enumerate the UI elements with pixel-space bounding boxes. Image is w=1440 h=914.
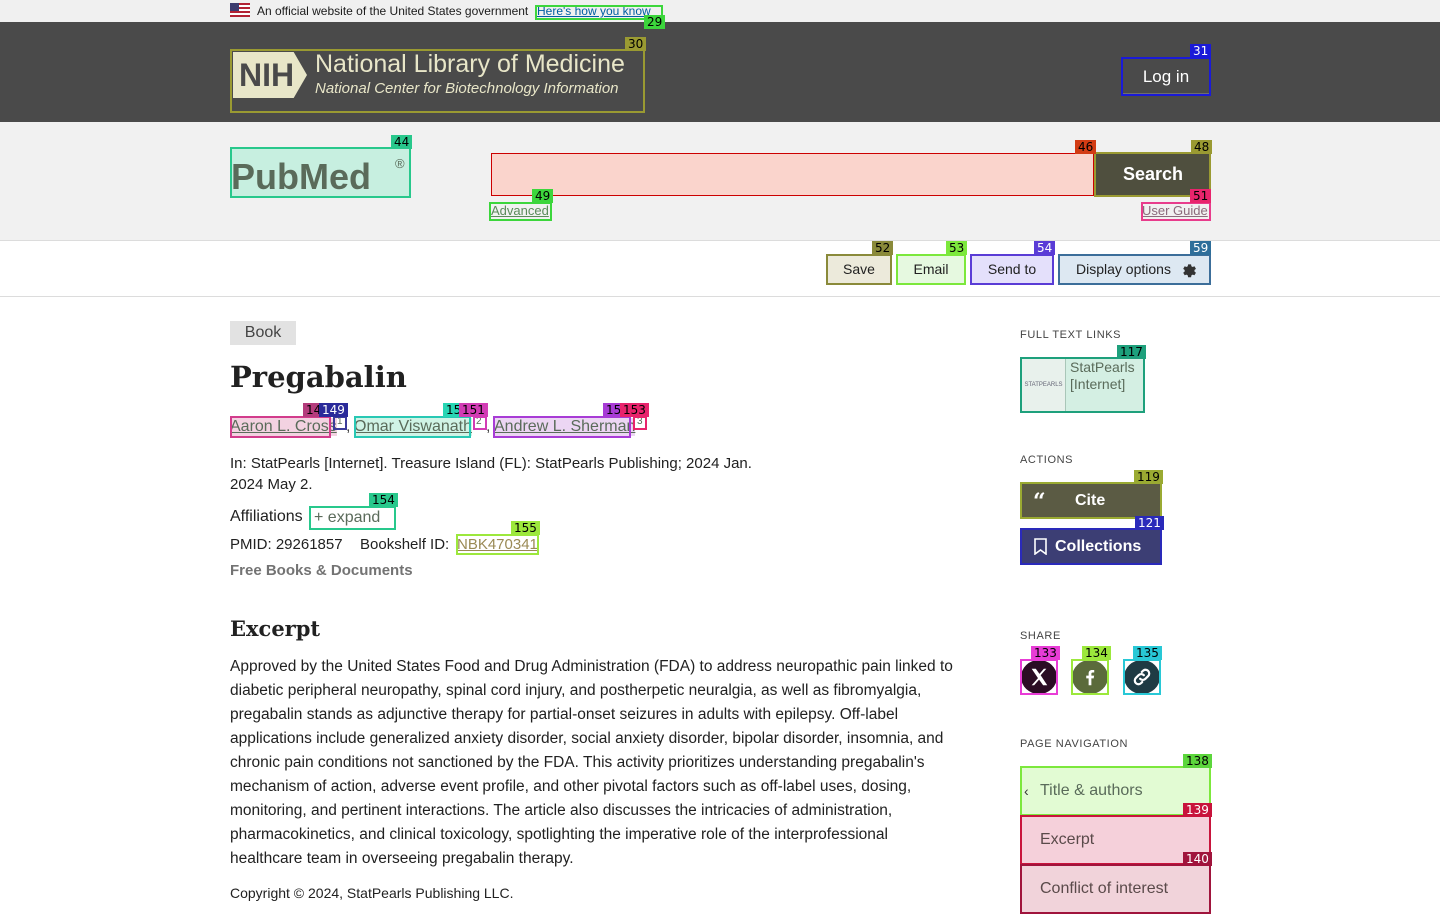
- share-x-button[interactable]: [1021, 660, 1057, 694]
- gear-icon: [1183, 264, 1196, 278]
- nav-title-authors[interactable]: ‹ Title & authors: [1021, 767, 1210, 815]
- annotation-label: 53: [946, 241, 968, 255]
- author-affiliation-marker[interactable]: 3: [637, 416, 643, 427]
- bookshelf-id-label: Bookshelf ID:: [360, 536, 450, 553]
- nav-label: Conflict of interest: [1040, 880, 1169, 897]
- nav-label: Excerpt: [1040, 831, 1095, 848]
- annotation-label: 138: [1183, 754, 1212, 768]
- excerpt-heading: Excerpt: [230, 616, 321, 641]
- nav-conflict-of-interest[interactable]: Conflict of interest: [1021, 865, 1210, 913]
- annotation-label: 117: [1117, 345, 1146, 359]
- collections-button[interactable]: Collections: [1021, 529, 1161, 564]
- share-facebook-button[interactable]: [1072, 660, 1108, 694]
- nlm-logo[interactable]: NIH National Library of Medicine Nationa…: [231, 50, 644, 112]
- annotation-label: 151: [459, 403, 488, 417]
- annotation-label: 59: [1190, 241, 1212, 255]
- ncbi-subtitle: National Center for Biotechnology Inform…: [315, 80, 619, 97]
- page-navigation-heading: PAGE NAVIGATION: [1020, 738, 1129, 750]
- send-to-button[interactable]: Send to: [971, 255, 1053, 284]
- x-logo-icon: [1031, 668, 1048, 686]
- annotation-label: 133: [1031, 646, 1060, 660]
- quote-icon: “: [1033, 489, 1046, 515]
- annotation-label: 29: [644, 15, 666, 29]
- author-affiliation-marker[interactable]: 2: [476, 416, 482, 427]
- us-flag-icon: [230, 3, 250, 17]
- annotation-label: 134: [1082, 646, 1111, 660]
- share-heading: SHARE: [1020, 630, 1061, 642]
- action-bar: [0, 241, 1440, 297]
- search-input[interactable]: [491, 153, 1094, 196]
- article-title: Pregabalin: [230, 360, 407, 394]
- annotation-label: 153: [620, 403, 649, 417]
- email-button[interactable]: Email: [897, 255, 965, 284]
- user-guide-link[interactable]: User Guide: [1142, 203, 1208, 218]
- statpearls-label: StatPearls [Internet]: [1070, 359, 1135, 392]
- author-separator: ,: [346, 418, 351, 435]
- nav-label: Title & authors: [1040, 782, 1143, 799]
- link-icon: [1133, 668, 1151, 686]
- annotation-label: 49: [532, 189, 554, 203]
- login-button[interactable]: Log in: [1122, 58, 1210, 94]
- annotation-label: 155: [511, 521, 540, 535]
- heres-how-you-know-link[interactable]: Here's how you know: [537, 4, 651, 18]
- expand-affiliations-button[interactable]: + expand: [310, 507, 396, 529]
- annotation-label: 46: [1075, 140, 1097, 154]
- plus-icon: +: [314, 509, 328, 526]
- pmid: PMID: 29261857: [230, 536, 343, 553]
- annotation-label: 48: [1191, 140, 1213, 154]
- copyright-text: Copyright © 2024, StatPearls Publishing …: [230, 885, 514, 901]
- bookshelf-id-link[interactable]: NBK470341: [457, 536, 538, 553]
- annotation-label: 149: [319, 403, 348, 417]
- nih-badge: NIH: [233, 52, 307, 98]
- gov-banner-text: An official website of the United States…: [257, 4, 529, 18]
- nih-header: [0, 22, 1440, 122]
- excerpt-text: Approved by the United States Food and D…: [230, 658, 953, 867]
- facebook-icon: [1086, 669, 1095, 686]
- annotation-label: 52: [872, 241, 894, 255]
- annotation-label: 44: [391, 135, 413, 149]
- annotation-label: 30: [625, 37, 647, 51]
- gov-banner: An official website of the United States…: [0, 0, 1440, 22]
- affiliations-label: Affiliations: [230, 508, 303, 525]
- cite-button[interactable]: “ Cite: [1021, 483, 1161, 518]
- annotation-label: 121: [1135, 516, 1164, 530]
- annotation-label: 31: [1190, 44, 1212, 58]
- cite-label: Cite: [1075, 492, 1106, 509]
- annotation-label: 54: [1034, 241, 1056, 255]
- annotation-label: 119: [1134, 470, 1163, 484]
- bookmark-icon: [1034, 538, 1047, 555]
- author-link[interactable]: Aaron L. Cross: [230, 418, 337, 436]
- citation-text: In: StatPearls [Internet]. Treasure Isla…: [230, 455, 752, 493]
- author-link[interactable]: Omar Viswanath: [354, 418, 472, 436]
- annotation-label: 135: [1133, 646, 1162, 660]
- collections-label: Collections: [1055, 538, 1142, 555]
- save-button[interactable]: Save: [827, 255, 891, 284]
- publication-type-badge: Book: [230, 321, 296, 345]
- author-separator: ,: [486, 418, 491, 435]
- annotation-label: 51: [1190, 189, 1212, 203]
- advanced-search-link[interactable]: Advanced: [491, 203, 549, 218]
- copy-link-button[interactable]: [1124, 660, 1160, 694]
- full-text-links-heading: FULL TEXT LINKS: [1020, 329, 1122, 341]
- statpearls-logo: STATPEARLS: [1022, 359, 1066, 411]
- author-link[interactable]: Andrew L. Sherman: [494, 418, 636, 436]
- annotation-label: 140: [1183, 852, 1212, 866]
- registered-mark: ®: [395, 156, 405, 171]
- annotation-label: 154: [369, 493, 398, 507]
- display-options-button[interactable]: Display options: [1059, 255, 1210, 284]
- display-options-label: Display options: [1076, 261, 1171, 277]
- collection-label: Free Books & Documents: [230, 562, 413, 579]
- annotation-label: 139: [1183, 803, 1212, 817]
- author-affiliation-marker[interactable]: 1: [337, 416, 343, 427]
- nav-excerpt[interactable]: Excerpt: [1021, 816, 1210, 864]
- expand-label: expand: [327, 509, 381, 526]
- pubmed-logo-text: PubMed: [231, 156, 371, 197]
- nlm-title: National Library of Medicine: [315, 50, 625, 78]
- pubmed-logo[interactable]: PubMed ®: [231, 148, 411, 198]
- chevron-left-icon: ‹: [1024, 783, 1029, 799]
- actions-heading: ACTIONS: [1020, 454, 1074, 466]
- statpearls-link[interactable]: STATPEARLS StatPearls [Internet]: [1021, 358, 1144, 412]
